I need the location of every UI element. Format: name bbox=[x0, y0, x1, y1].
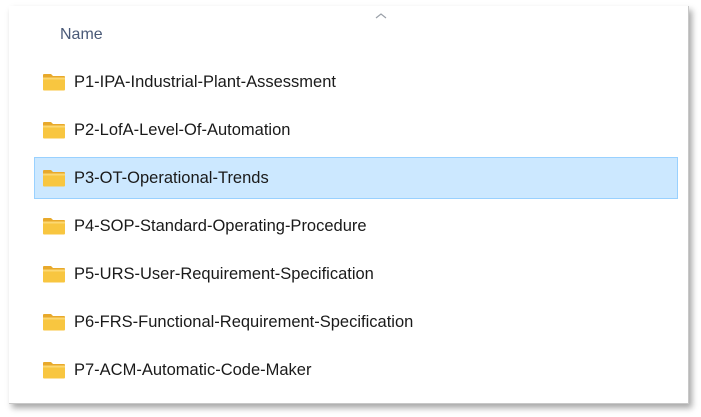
folder-row-p6[interactable]: P6-FRS-Functional-Requirement-Specificat… bbox=[34, 301, 678, 343]
folder-row-p1[interactable]: P1-IPA-Industrial-Plant-Assessment bbox=[34, 61, 678, 103]
folder-icon bbox=[43, 170, 65, 187]
folder-icon bbox=[43, 362, 65, 379]
chevron-up-icon[interactable] bbox=[374, 12, 388, 20]
folder-icon bbox=[43, 266, 65, 283]
folder-row-p7[interactable]: P7-ACM-Automatic-Code-Maker bbox=[34, 349, 678, 391]
folder-icon bbox=[43, 218, 65, 235]
folder-row-p2[interactable]: P2-LofA-Level-Of-Automation bbox=[34, 109, 678, 151]
folder-icon bbox=[43, 74, 65, 91]
folder-row-p3[interactable]: P3-OT-Operational-Trends bbox=[34, 157, 678, 199]
folder-label: P4-SOP-Standard-Operating-Procedure bbox=[74, 216, 367, 235]
folder-label: P7-ACM-Automatic-Code-Maker bbox=[74, 360, 312, 379]
folder-list: P1-IPA-Industrial-Plant-Assessment P2-Lo… bbox=[34, 61, 678, 397]
folder-icon bbox=[43, 122, 65, 139]
folder-row-p5[interactable]: P5-URS-User-Requirement-Specification bbox=[34, 253, 678, 295]
folder-icon bbox=[43, 314, 65, 331]
folder-label: P2-LofA-Level-Of-Automation bbox=[74, 120, 291, 139]
folder-label: P3-OT-Operational-Trends bbox=[74, 168, 269, 187]
folder-label: P1-IPA-Industrial-Plant-Assessment bbox=[74, 72, 336, 91]
folder-row-p4[interactable]: P4-SOP-Standard-Operating-Procedure bbox=[34, 205, 678, 247]
folder-label: P6-FRS-Functional-Requirement-Specificat… bbox=[74, 312, 414, 331]
column-header-name[interactable]: Name bbox=[60, 26, 103, 44]
folder-label: P5-URS-User-Requirement-Specification bbox=[74, 264, 374, 283]
file-explorer-pane: Name P1-IPA-Industrial-Plant-Assessment … bbox=[9, 6, 689, 404]
